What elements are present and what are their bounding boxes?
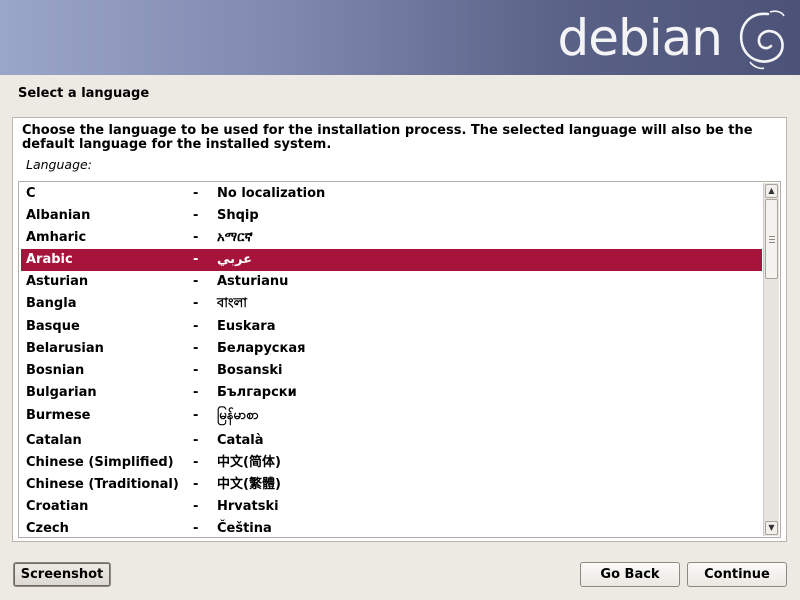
native-language-name: မြန်မာစာ [217,408,259,423]
separator: - [193,319,199,334]
separator: - [193,341,199,356]
language-name: Basque [26,319,80,334]
language-name: Croatian [26,499,89,514]
language-name: Belarusian [26,341,104,356]
language-name: Albanian [26,208,91,223]
separator: - [193,433,199,448]
language-name: Burmese [26,408,91,423]
native-language-name: বাংলা [217,296,248,311]
go-back-button[interactable]: Go Back [580,562,680,587]
native-language-name: 中文(简体) [217,455,281,470]
scrollbar[interactable]: ▲ ▼ [763,183,779,536]
grip-line [769,239,775,240]
separator: - [193,274,199,289]
separator: - [193,477,199,492]
native-language-name: 中文(繁體) [217,477,281,492]
separator: - [193,296,199,311]
language-name: Bangla [26,296,77,311]
separator: - [193,521,199,536]
language-option[interactable]: Chinese (Traditional) - 中文(繁體) [21,474,762,496]
language-option[interactable]: Basque - Euskara [21,316,762,338]
language-option[interactable]: Asturian - Asturianu [21,271,762,293]
language-option[interactable]: Bangla - বাংলা [21,293,762,315]
language-option[interactable]: Arabic - عربي [21,249,762,271]
language-name: Amharic [26,230,87,245]
debian-swirl-icon [739,10,785,70]
language-option[interactable]: Belarusian - Беларуская [21,338,762,360]
language-option[interactable]: Czech - Čeština [21,518,762,537]
native-language-name: عربي [217,252,253,267]
debian-logo-text: debian [557,9,723,67]
separator: - [193,186,199,201]
arrow-up-icon[interactable]: ▲ [765,184,778,198]
language-option[interactable]: Bulgarian - Български [21,382,762,404]
language-name: Czech [26,521,69,536]
native-language-name: Беларуская [217,341,306,356]
language-name: Chinese (Simplified) [26,455,174,470]
grip-line [769,242,775,243]
separator: - [193,408,199,423]
language-name: Chinese (Traditional) [26,477,179,492]
native-language-name: Asturianu [217,274,289,289]
language-option[interactable]: Croatian - Hrvatski [21,496,762,518]
native-language-name: Hrvatski [217,499,279,514]
language-option[interactable]: Bosnian - Bosanski [21,360,762,382]
native-language-name: Euskara [217,319,276,334]
separator: - [193,208,199,223]
language-name: Bosnian [26,363,85,378]
native-language-name: Čeština [217,521,272,536]
native-language-name: Català [217,433,264,448]
continue-button[interactable]: Continue [687,562,787,587]
separator: - [193,499,199,514]
language-field-label: Language: [26,157,92,172]
arrow-down-icon[interactable]: ▼ [765,521,778,535]
header-banner: debian [0,0,800,75]
native-language-name: Shqip [217,208,259,223]
language-name: Catalan [26,433,82,448]
instruction-text: Choose the language to be used for the i… [22,123,753,152]
language-option[interactable]: Catalan - Català [21,430,762,452]
language-option[interactable]: C - No localization [21,183,762,205]
scrollbar-thumb[interactable] [765,199,778,279]
language-option[interactable]: Albanian - Shqip [21,205,762,227]
native-language-name: No localization [217,186,326,201]
language-option[interactable]: Amharic - አማርኛ [21,227,762,249]
separator: - [193,385,199,400]
screenshot-button[interactable]: Screenshot [13,562,111,587]
language-name: Bulgarian [26,385,97,400]
page-title: Select a language [18,86,150,101]
separator: - [193,455,199,470]
language-option[interactable]: Chinese (Simplified) - 中文(简体) [21,452,762,474]
separator: - [193,363,199,378]
native-language-name: አማርኛ [217,230,253,245]
language-name: Arabic [26,252,73,267]
language-option[interactable]: Burmese - မြန်မာစာ [21,405,762,427]
separator: - [193,252,199,267]
separator: - [193,230,199,245]
native-language-name: Български [217,385,297,400]
language-name: C [26,186,36,201]
native-language-name: Bosanski [217,363,283,378]
grip-line [769,236,775,237]
language-listbox[interactable]: C - No localization Albanian - Shqip Amharic - አ… [18,181,781,538]
language-name: Asturian [26,274,89,289]
